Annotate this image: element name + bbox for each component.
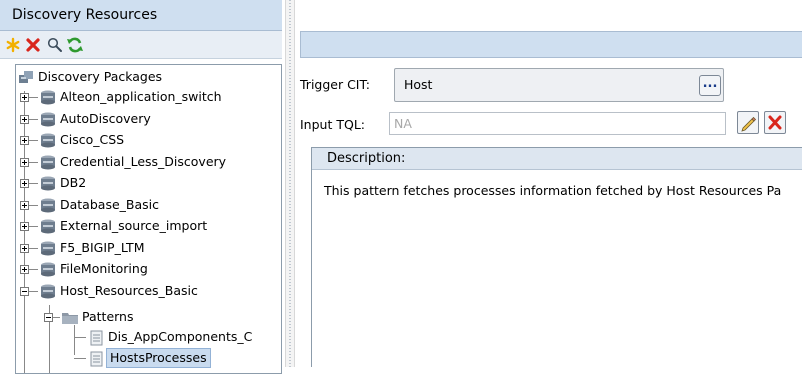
- package-label: Cisco_CSS: [60, 132, 125, 147]
- package-label: F5_BIGIP_LTM: [60, 239, 145, 255]
- input-tql-label: Input TQL:: [300, 117, 365, 132]
- search-icon[interactable]: [46, 36, 64, 54]
- expand-toggle[interactable]: [20, 93, 29, 102]
- tree-pattern-item[interactable]: Dis_AppComponents_C: [74, 327, 281, 347]
- description-header: Description:: [312, 148, 802, 170]
- clear-tql-button[interactable]: [764, 111, 786, 134]
- trigger-cit-label: Trigger CIT:: [300, 77, 370, 92]
- package-label: FileMonitoring: [60, 261, 148, 276]
- package-icon: [41, 284, 55, 298]
- trigger-cit-value: Host: [404, 77, 433, 92]
- folder-label: Patterns: [82, 309, 134, 324]
- package-icon: [41, 198, 55, 212]
- package-label: Database_Basic: [60, 196, 159, 212]
- delete-icon[interactable]: [24, 36, 42, 54]
- tree-root-label: Discovery Packages: [38, 69, 163, 84]
- expand-toggle[interactable]: [20, 265, 29, 274]
- package-icon: [41, 241, 55, 255]
- pattern-label: Dis_AppComponents_C: [108, 329, 253, 344]
- discovery-resources-panel: Discovery Resources Discovery Packages A…: [0, 0, 285, 374]
- expand-toggle[interactable]: [20, 157, 29, 167]
- refresh-icon[interactable]: [66, 36, 84, 54]
- expand-toggle[interactable]: [20, 200, 29, 210]
- package-label: DB2: [60, 175, 87, 190]
- panel-splitter[interactable]: [285, 0, 295, 367]
- package-label: External_source_import: [60, 218, 208, 233]
- asterisk-new-icon[interactable]: [4, 36, 22, 54]
- expand-toggle[interactable]: [20, 136, 29, 145]
- package-label: Host_Resources_Basic: [60, 282, 198, 298]
- pencil-icon: [741, 116, 757, 132]
- expand-toggle[interactable]: [20, 179, 29, 188]
- discovery-tree[interactable]: Discovery Packages Alteon_application_sw…: [15, 64, 282, 374]
- pattern-document-icon: [90, 351, 103, 367]
- collapse-toggle[interactable]: [20, 286, 29, 296]
- package-icon: [41, 155, 55, 169]
- red-x-icon: [768, 115, 782, 130]
- folder-icon: [62, 313, 78, 324]
- input-tql-field[interactable]: NA: [389, 112, 726, 135]
- expand-toggle[interactable]: [20, 243, 29, 253]
- package-label: Credential_Less_Discovery: [60, 153, 227, 169]
- description-panel: Description: This pattern fetches proces…: [311, 147, 802, 367]
- expand-toggle[interactable]: [20, 222, 29, 231]
- edit-tql-button[interactable]: [737, 111, 759, 134]
- details-header-bar: [300, 31, 802, 58]
- description-title: Description:: [327, 151, 406, 166]
- package-icon: [41, 112, 55, 126]
- expand-toggle[interactable]: [20, 114, 29, 124]
- trigger-cit-browse-button[interactable]: ...: [699, 75, 721, 96]
- package-icon: [41, 176, 55, 191]
- pattern-details-panel: Trigger CIT: Host ... Input TQL: NA Desc…: [295, 0, 802, 367]
- description-text: This pattern fetches processes informati…: [324, 183, 782, 198]
- selected-pattern-label: HostsProcesses: [106, 348, 211, 368]
- package-icon: [41, 90, 55, 105]
- input-tql-placeholder: NA: [394, 116, 412, 131]
- package-icon: [41, 219, 55, 234]
- package-icon: [41, 133, 55, 148]
- packages-root-icon: [19, 71, 33, 83]
- pattern-document-icon: [90, 330, 103, 346]
- resources-toolbar: [0, 31, 282, 59]
- package-icon: [41, 262, 55, 277]
- package-label: Alteon_application_switch: [60, 89, 222, 104]
- panel-header: Discovery Resources: [0, 0, 282, 31]
- trigger-cit-field[interactable]: Host: [394, 68, 724, 102]
- panel-title: Discovery Resources: [12, 7, 158, 23]
- package-label: AutoDiscovery: [60, 110, 151, 126]
- collapse-toggle[interactable]: [44, 313, 53, 322]
